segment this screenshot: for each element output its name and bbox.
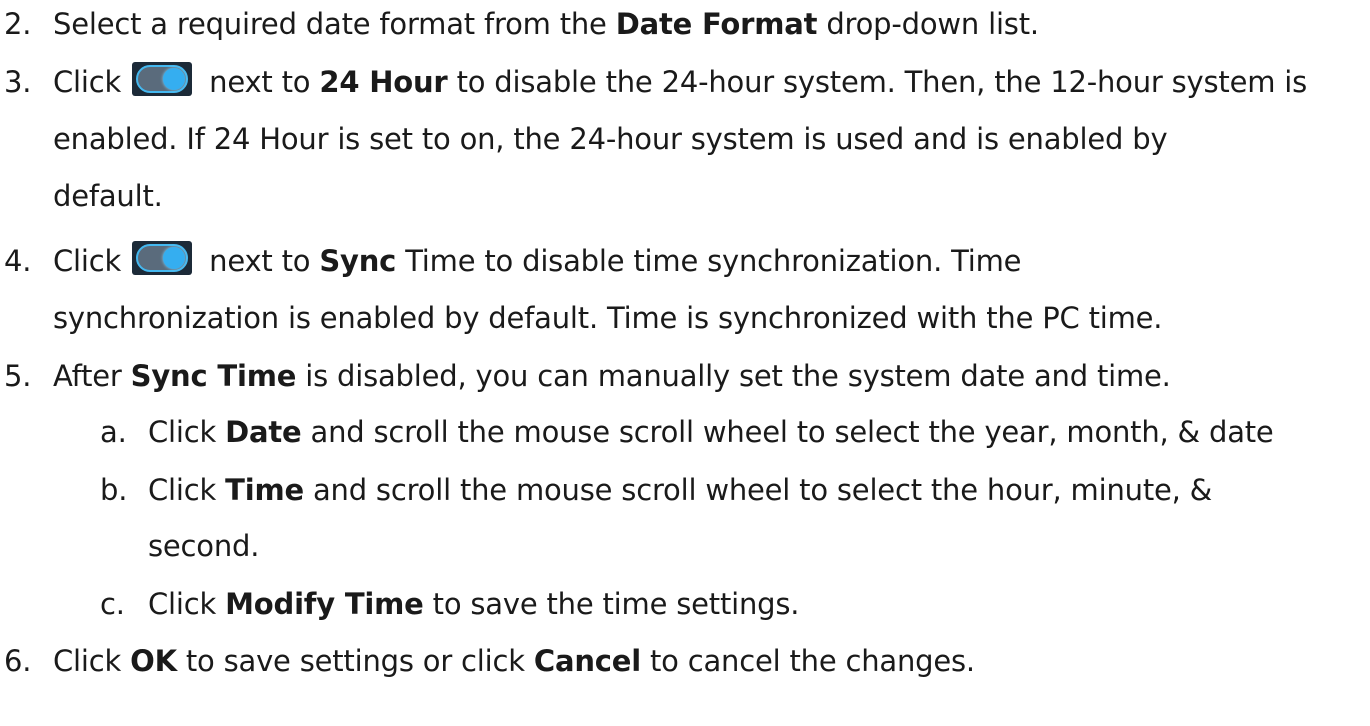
step-text: After Sync Time is disabled, you can man… <box>53 359 1171 393</box>
substep-letter: b. <box>100 473 128 507</box>
step-number: 2. <box>4 7 32 41</box>
substep-text: Click Modify Time to save the time setti… <box>148 587 800 621</box>
step-text: default. <box>53 179 163 213</box>
substep-text: second. <box>148 529 260 563</box>
ok-label: OK <box>130 644 177 678</box>
substep-letter: c. <box>100 587 125 621</box>
sync-label: Sync <box>319 244 397 278</box>
toggle-switch-on-icon <box>132 241 193 275</box>
step-number: 6. <box>4 644 32 678</box>
step-number: 5. <box>4 359 32 393</box>
step-text: Click next to Sync Time to disable time … <box>53 240 1022 282</box>
step-text: Select a required date format from the D… <box>53 7 1039 41</box>
time-label: Time <box>225 473 304 507</box>
24-hour-label: 24 Hour <box>319 65 448 99</box>
step-number: 4. <box>4 244 32 278</box>
step-text: synchronization is enabled by default. T… <box>53 301 1163 335</box>
toggle-switch-on-icon <box>132 62 193 96</box>
step-text: Click next to 24 Hour to disable the 24-… <box>53 61 1307 103</box>
step-text: Click OK to save settings or click Cance… <box>53 644 975 678</box>
sync-time-label: Sync Time <box>130 359 297 393</box>
substep-letter: a. <box>100 415 127 449</box>
substep-text: Click Date and scroll the mouse scroll w… <box>148 415 1274 449</box>
step-number: 3. <box>4 65 32 99</box>
document-page: 2. Select a required date format from th… <box>0 0 1370 726</box>
date-format-label: Date Format <box>615 7 818 41</box>
modify-time-label: Modify Time <box>225 587 424 621</box>
substep-text: Click Time and scroll the mouse scroll w… <box>148 473 1213 507</box>
cancel-label: Cancel <box>533 644 641 678</box>
date-label: Date <box>225 415 302 449</box>
step-text: enabled. If 24 Hour is set to on, the 24… <box>53 122 1168 156</box>
